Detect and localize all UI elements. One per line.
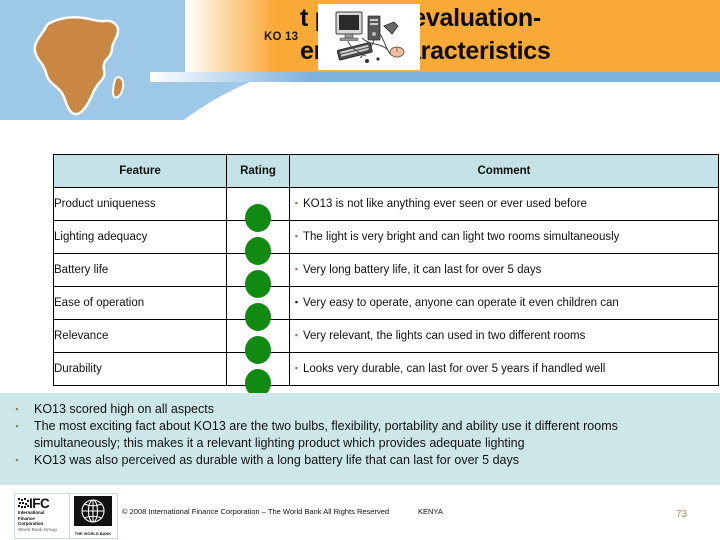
slide-footer: IFC International Finance Corporation Wo… bbox=[0, 485, 720, 540]
table-row: Ease of operation ▪ Very easy to operate… bbox=[53, 286, 719, 331]
feature-cell: Lighting adequacy bbox=[53, 220, 227, 254]
slide-canvas: KO 13 t product evaluation- eneral chara… bbox=[0, 0, 720, 540]
comment-cell: ▪ Looks very durable, can last for over … bbox=[289, 352, 719, 386]
comment-bullet-icon: ▪ bbox=[294, 263, 299, 274]
evaluation-table: Feature Rating Comment Product uniquenes… bbox=[53, 154, 719, 397]
summary-text: The most exciting fact about KO13 are th… bbox=[34, 419, 618, 450]
footer-logos: IFC International Finance Corporation Wo… bbox=[14, 493, 118, 539]
electronics-photo bbox=[318, 4, 420, 70]
comment-cell: ▪ Very easy to operate, anyone can opera… bbox=[289, 286, 719, 320]
ifc-logo: IFC International Finance Corporation Wo… bbox=[15, 494, 69, 538]
column-header-comment: Comment bbox=[289, 154, 719, 188]
comment-text: The light is very bright and can light t… bbox=[303, 231, 620, 243]
comment-bullet-icon: ▪ bbox=[294, 230, 299, 241]
world-bank-logo: THE WORLD BANK bbox=[69, 494, 116, 538]
copyright-text: © 2008 International Finance Corporation… bbox=[122, 507, 390, 516]
rating-cell bbox=[226, 286, 290, 331]
feature-cell: Ease of operation bbox=[53, 286, 227, 320]
list-item: ▪ KO13 was also perceived as durable wit… bbox=[0, 452, 720, 469]
comment-bullet-icon: ▪ bbox=[294, 296, 299, 307]
summary-bullet-icon: ▪ bbox=[15, 455, 19, 465]
column-header-rating: Rating bbox=[226, 154, 290, 188]
ifc-subtitle-line-4: World Bank Group bbox=[18, 526, 57, 532]
comment-text: Very long battery life, it can last for … bbox=[303, 264, 542, 276]
comment-bullet-icon: ▪ bbox=[294, 197, 299, 208]
list-item: ▪ KO13 scored high on all aspects bbox=[0, 401, 720, 418]
rating-cell bbox=[226, 187, 290, 232]
table-row: Lighting adequacy ▪ The light is very br… bbox=[53, 220, 719, 265]
electronics-clipart-icon bbox=[318, 4, 420, 70]
evaluation-table-wrapper: Feature Rating Comment Product uniquenes… bbox=[53, 154, 719, 397]
comment-cell: ▪ KO13 is not like anything ever seen or… bbox=[289, 187, 719, 221]
header-blue-band-fade bbox=[150, 72, 310, 82]
world-bank-wordmark: THE WORLD BANK bbox=[74, 532, 112, 536]
ifc-mark-icon bbox=[18, 498, 29, 509]
comment-text: KO13 is not like anything ever seen or e… bbox=[303, 198, 587, 210]
summary-bullet-icon: ▪ bbox=[15, 404, 19, 414]
comment-text: Very relevant, the lights can used in tw… bbox=[303, 330, 586, 342]
rating-cell bbox=[226, 220, 290, 265]
summary-bullet-block: ▪ KO13 scored high on all aspects ▪ The … bbox=[0, 393, 720, 485]
summary-text: KO13 was also perceived as durable with … bbox=[34, 453, 519, 467]
header-orange-fade bbox=[185, 0, 275, 72]
column-header-feature: Feature bbox=[53, 154, 227, 188]
feature-cell: Relevance bbox=[53, 319, 227, 353]
feature-cell: Durability bbox=[53, 352, 227, 386]
comment-bullet-icon: ▪ bbox=[294, 362, 299, 373]
comment-text: Looks very durable, can last for over 5 … bbox=[303, 363, 606, 375]
table-row: Battery life ▪ Very long battery life, i… bbox=[53, 253, 719, 298]
world-bank-globe-icon bbox=[74, 496, 112, 526]
page-number: 73 bbox=[676, 509, 688, 520]
comment-cell: ▪ The light is very bright and can light… bbox=[289, 220, 719, 254]
table-row: Durability ▪ Looks very durable, can las… bbox=[53, 352, 719, 397]
rating-cell bbox=[226, 319, 290, 364]
ifc-wordmark: IFC bbox=[29, 496, 50, 511]
slide-header: KO 13 t product evaluation- eneral chara… bbox=[0, 0, 720, 120]
table-row: Product uniqueness ▪ KO13 is not like an… bbox=[53, 187, 719, 232]
comment-cell: ▪ Very long battery life, it can last fo… bbox=[289, 253, 719, 287]
table-row: Relevance ▪ Very relevant, the lights ca… bbox=[53, 319, 719, 364]
table-header-row: Feature Rating Comment bbox=[53, 154, 719, 188]
summary-text: KO13 scored high on all aspects bbox=[34, 402, 214, 416]
feature-cell: Product uniqueness bbox=[53, 187, 227, 221]
table-body: Product uniqueness ▪ KO13 is not like an… bbox=[53, 187, 719, 397]
ko-13-label: KO 13 bbox=[264, 31, 299, 43]
comment-bullet-icon: ▪ bbox=[294, 329, 299, 340]
rating-cell bbox=[226, 352, 290, 397]
rating-cell bbox=[226, 253, 290, 298]
feature-cell: Battery life bbox=[53, 253, 227, 287]
comment-text: Very easy to operate, anyone can operate… bbox=[303, 297, 619, 309]
copyright-overlay-text: KENYA bbox=[418, 507, 443, 516]
africa-map-icon bbox=[33, 16, 125, 116]
list-item: ▪ The most exciting fact about KO13 are … bbox=[0, 418, 720, 452]
copyright-notice: © 2008 International Finance Corporation… bbox=[122, 507, 443, 516]
summary-bullet-icon: ▪ bbox=[15, 421, 19, 431]
comment-cell: ▪ Very relevant, the lights can used in … bbox=[289, 319, 719, 353]
